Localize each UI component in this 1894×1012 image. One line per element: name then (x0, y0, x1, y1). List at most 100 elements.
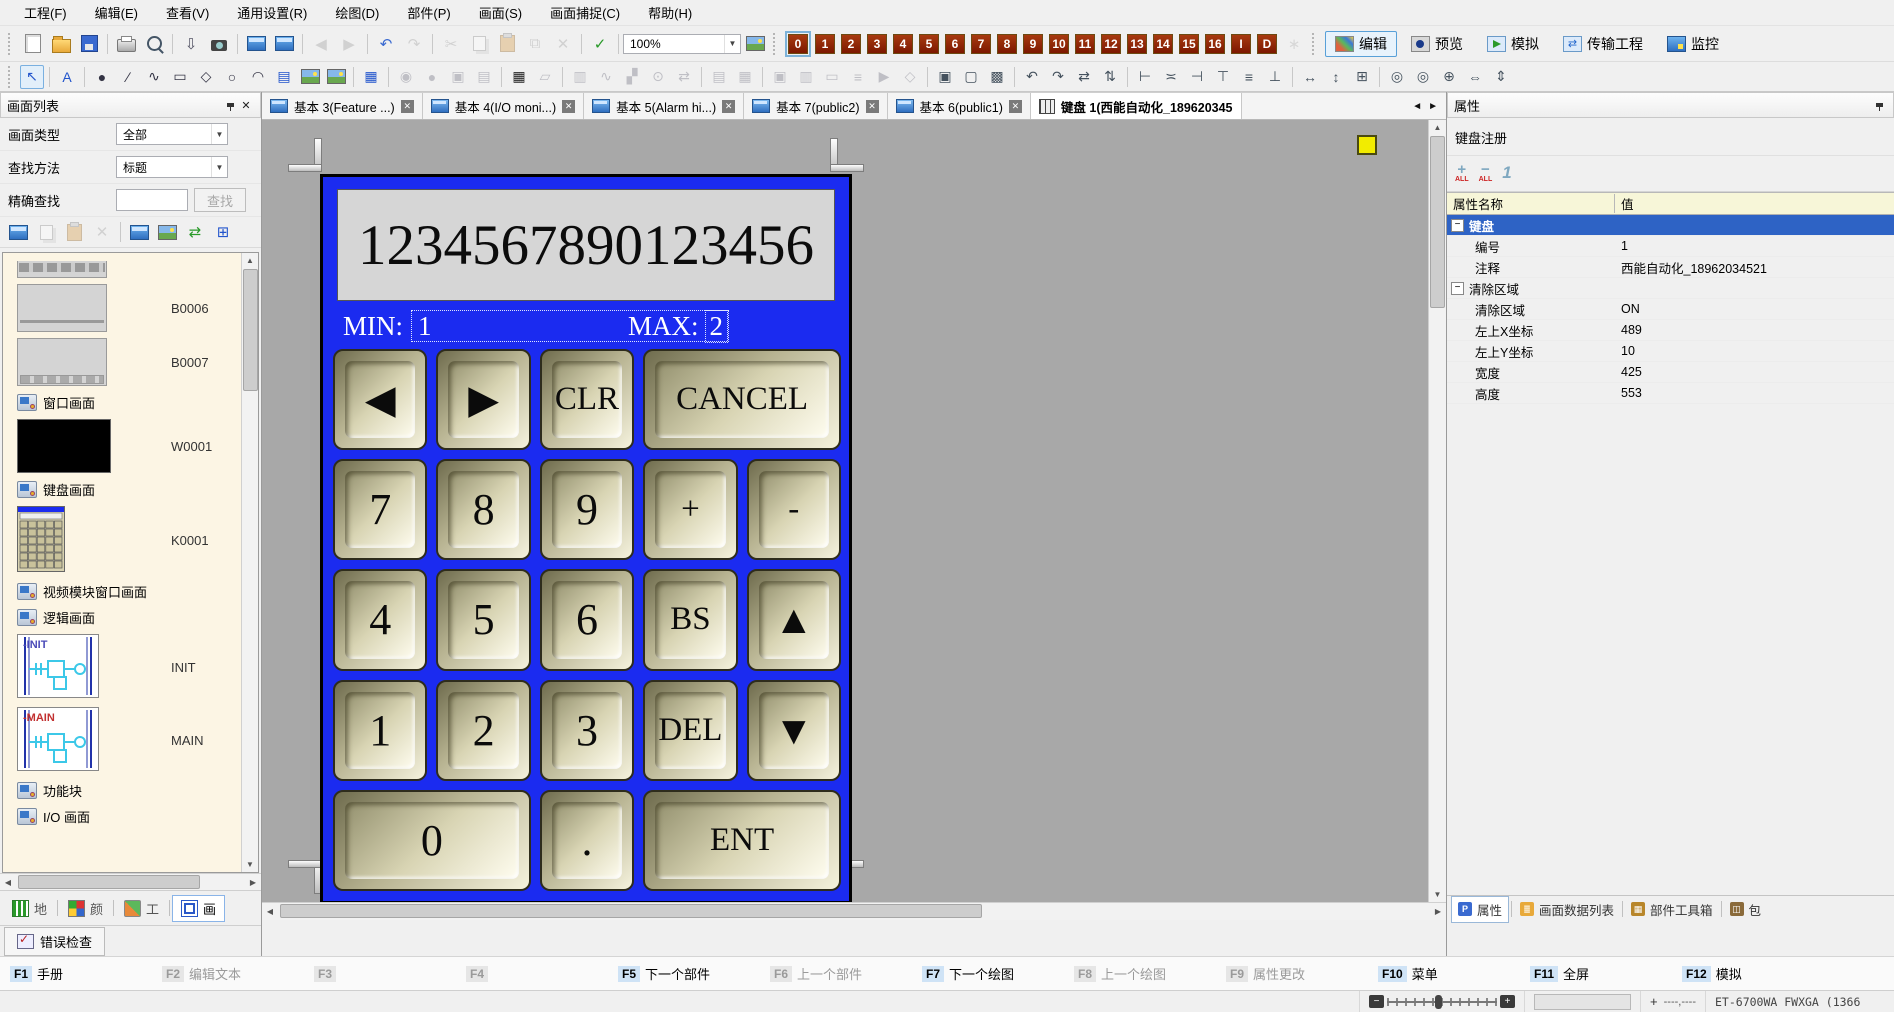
property-row-注释[interactable]: 注释西能自动化_18962034521 (1447, 257, 1894, 278)
function-key-F5[interactable]: F5下一个部件 (618, 964, 770, 983)
menu-item[interactable]: 工程(F) (10, 0, 81, 26)
keypad-key-▼[interactable]: ▼ (747, 680, 841, 781)
keyboard-part-icon[interactable]: ▦ (507, 65, 531, 89)
collapse-icon[interactable]: − (1451, 282, 1464, 295)
paste-screen-icon[interactable] (61, 219, 87, 245)
arc-icon[interactable]: ◠ (246, 65, 270, 89)
scrollbar-thumb[interactable] (1430, 136, 1445, 308)
keypad-key-▶[interactable]: ▶ (436, 349, 530, 450)
keypad-key-0[interactable]: 0 (333, 790, 531, 891)
close-icon[interactable]: ✕ (866, 100, 879, 113)
property-row-宽度[interactable]: 宽度425 (1447, 362, 1894, 383)
alarm-part-icon[interactable]: ▤ (707, 65, 731, 89)
align-center-icon[interactable]: ≍ (1159, 65, 1183, 89)
property-row-键盘[interactable]: −键盘 (1447, 215, 1894, 236)
properties-tab-画面数据列表[interactable]: ≣画面数据列表 (1514, 897, 1620, 922)
function-key-F10[interactable]: F10菜单 (1378, 964, 1530, 983)
function-key-F6[interactable]: F6上一个部件 (770, 964, 922, 983)
left-panel-tab-工[interactable]: 工 (116, 896, 167, 921)
pin-icon[interactable] (1871, 97, 1887, 113)
left-panel-tab-地[interactable]: 地 (4, 896, 55, 921)
same-size-icon[interactable]: ⊞ (1350, 65, 1374, 89)
keypad-key-◀[interactable]: ◀ (333, 349, 427, 450)
screen-number-button[interactable]: 11 (1075, 34, 1095, 54)
property-row-高度[interactable]: 高度553 (1447, 383, 1894, 404)
screen-number-button[interactable]: 12 (1101, 34, 1121, 54)
keypad-key-8[interactable]: 8 (436, 459, 530, 560)
ellipse-icon[interactable]: ○ (220, 65, 244, 89)
menu-item[interactable]: 画面捕捉(C) (536, 0, 634, 26)
screen-number-button[interactable]: 4 (893, 34, 913, 54)
screen-number-button[interactable]: 8 (997, 34, 1017, 54)
screen-overlap-icon[interactable] (154, 219, 180, 245)
function-key-F11[interactable]: F11全屏 (1530, 964, 1682, 983)
screen-number-button[interactable]: 9 (1023, 34, 1043, 54)
video-part-icon[interactable]: ▶ (872, 65, 896, 89)
print-icon[interactable] (113, 31, 139, 57)
screen-number-button[interactable]: 16 (1205, 34, 1225, 54)
screen-tab[interactable]: 键盘 1(西能自动化_189620345 (1031, 93, 1242, 119)
close-icon[interactable]: ✕ (401, 100, 414, 113)
menu-item[interactable]: 画面(S) (465, 0, 536, 26)
mode-button-模拟[interactable]: 模拟 (1477, 31, 1549, 57)
align-right-icon[interactable]: ⊣ (1185, 65, 1209, 89)
screen-list-item[interactable]: B0007 (17, 338, 242, 386)
pan-icon[interactable]: ∗ (1281, 31, 1307, 57)
property-row-编号[interactable]: 编号1 (1447, 236, 1894, 257)
paste-icon[interactable] (494, 31, 520, 57)
screen-number-button[interactable]: 13 (1127, 34, 1147, 54)
keypad-key-▲[interactable]: ▲ (747, 569, 841, 670)
canvas-vertical-scrollbar[interactable]: ▲ ▼ (1428, 120, 1446, 902)
remove-all-button[interactable]: − ALL (1479, 162, 1493, 183)
keypad-key-6[interactable]: 6 (540, 569, 634, 670)
keypad-key--[interactable]: - (747, 459, 841, 560)
screen-preview-icon[interactable] (126, 219, 152, 245)
selection-handle-top-right[interactable] (830, 138, 864, 172)
keypad-key-DEL[interactable]: DEL (643, 680, 737, 781)
keypad-key-4[interactable]: 4 (333, 569, 427, 670)
yellow-object[interactable] (1357, 135, 1377, 155)
error-check-icon[interactable]: ✓ (587, 31, 613, 57)
text-icon[interactable]: A (55, 65, 79, 89)
scroll-left-icon[interactable]: ◀ (0, 874, 16, 890)
property-row-左上X坐标[interactable]: 左上X坐标489 (1447, 320, 1894, 341)
menu-item[interactable]: 通用设置(R) (223, 0, 321, 26)
screen-list-vertical-scrollbar[interactable]: ▲ ▼ (241, 253, 258, 872)
max-value[interactable]: 2 (705, 310, 729, 343)
redo-icon[interactable]: ↷ (401, 31, 427, 57)
keypad-key-BS[interactable]: BS (643, 569, 737, 670)
distribute-v-icon[interactable]: ⇕ (1489, 65, 1513, 89)
forward-icon[interactable]: ▶ (336, 31, 362, 57)
scroll-left-icon[interactable]: ◀ (262, 903, 278, 920)
screen-type-select[interactable]: 全部 ▼ (116, 123, 228, 145)
scrollbar-thumb[interactable] (280, 904, 982, 918)
mode-button-传输工程[interactable]: ⇄传输工程 (1553, 31, 1653, 57)
send-to-back-icon[interactable]: ◎ (1411, 65, 1435, 89)
exact-search-input[interactable] (116, 189, 188, 211)
rotate-left-icon[interactable]: ↶ (1020, 65, 1044, 89)
tab-prev-icon[interactable]: ◄ (1412, 101, 1422, 112)
function-key-F8[interactable]: F8上一个绘图 (1074, 964, 1226, 983)
keypad-object[interactable]: 1234567890123456 MIN: 1 MAX: 2 ◀▶CLRCANC… (320, 174, 852, 902)
screen-list-item[interactable]: -INITINIT (17, 634, 242, 701)
save-project-icon[interactable] (76, 31, 102, 57)
screen-number-button[interactable]: 5 (919, 34, 939, 54)
properties-tab-包[interactable]: ◫包 (1724, 897, 1768, 922)
function-key-F7[interactable]: F7下一个绘图 (922, 964, 1074, 983)
copy-icon[interactable] (466, 31, 492, 57)
back-icon[interactable]: ◀ (308, 31, 334, 57)
print-preview-icon[interactable] (141, 31, 167, 57)
search-method-select[interactable]: 标题 ▼ (116, 156, 228, 178)
scroll-down-icon[interactable]: ▼ (1429, 887, 1446, 902)
copy-screen-icon[interactable] (33, 219, 59, 245)
new-screen-icon[interactable] (243, 31, 269, 57)
close-icon[interactable]: ✕ (1009, 100, 1022, 113)
polygon-icon[interactable]: ◇ (194, 65, 218, 89)
scroll-up-icon[interactable]: ▲ (242, 253, 258, 268)
error-check-tab[interactable]: 错误检查 (4, 927, 105, 956)
keypad-key-7[interactable]: 7 (333, 459, 427, 560)
selection-handle-top-left[interactable] (288, 138, 322, 172)
rectangle-icon[interactable]: ▭ (168, 65, 192, 89)
keypad-key-3[interactable]: 3 (540, 680, 634, 781)
macro-part-icon[interactable]: ≡ (846, 65, 870, 89)
